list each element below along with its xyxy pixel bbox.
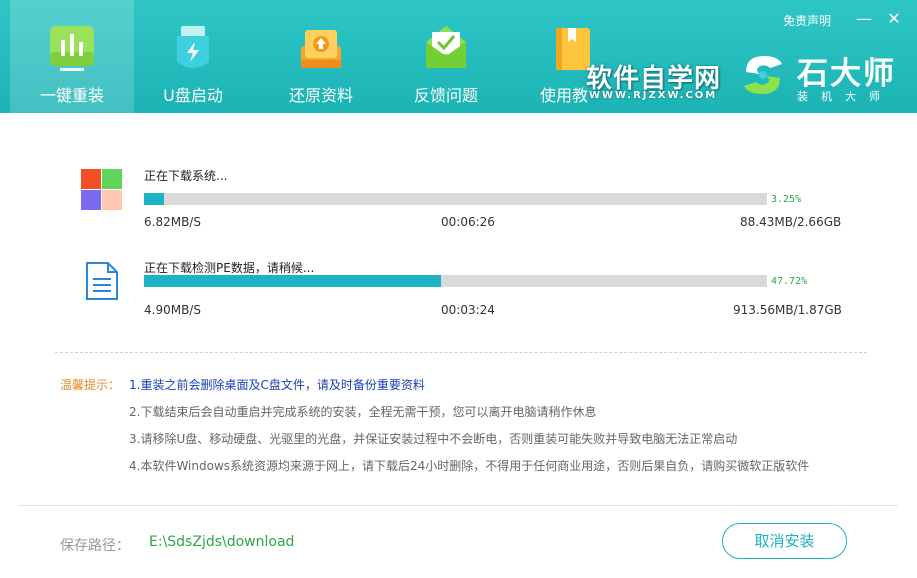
tab-restore-data[interactable]: 还原资料 — [259, 0, 383, 113]
bar-chart-icon — [46, 22, 98, 74]
header-bar: 一键重装 U盘启动 还原资料 反馈问题 使用教 免责声明 — ✕ 软件自学网 W… — [0, 0, 917, 113]
download-speed: 4.90MB/S — [144, 303, 201, 317]
minimize-button[interactable]: — — [853, 8, 875, 30]
tab-one-click-reinstall[interactable]: 一键重装 — [10, 0, 134, 113]
document-icon — [84, 261, 120, 301]
download-title: 正在下载系统... — [144, 169, 228, 183]
tab-feedback[interactable]: 反馈问题 — [384, 0, 508, 113]
download-speed: 6.82MB/S — [144, 215, 201, 229]
brand-name: 石大师 — [797, 56, 896, 92]
brand-logo-icon — [738, 50, 788, 100]
section-divider — [55, 352, 867, 353]
save-path-value[interactable]: E:\SdsZjds\download — [149, 534, 294, 550]
cancel-install-button[interactable]: 取消安装 — [722, 523, 847, 559]
tab-label: 反馈问题 — [413, 86, 478, 105]
disclaimer-link[interactable]: 免责声明 — [783, 12, 831, 29]
mail-envelope-icon — [420, 22, 472, 74]
brand-subtitle: 装机大师 — [797, 90, 893, 103]
usb-drive-icon — [167, 22, 219, 74]
progress-bar — [144, 193, 767, 205]
tab-label: 还原资料 — [288, 86, 353, 105]
progress-fill — [144, 275, 442, 287]
download-title: 正在下载检测PE数据，请稍候... — [144, 261, 315, 275]
download-time: 00:06:26 — [441, 215, 495, 229]
close-button[interactable]: ✕ — [883, 8, 905, 30]
progress-fill — [144, 193, 165, 205]
download-size: 913.56MB/1.87GB — [733, 303, 842, 317]
tab-usb-boot[interactable]: U盘启动 — [131, 0, 255, 113]
progress-percent: 47.72% — [771, 276, 808, 287]
footer-divider — [18, 505, 898, 506]
download-size: 88.43MB/2.66GB — [740, 215, 842, 229]
tip-item: 1.重装之前会删除桌面及C盘文件，请及时备份重要资料 — [129, 378, 425, 392]
save-path-label: 保存路径： — [60, 538, 130, 554]
tab-label: 一键重装 — [39, 86, 104, 105]
restore-upload-icon — [295, 22, 347, 74]
progress-percent: 3.25% — [771, 194, 802, 205]
progress-bar — [144, 275, 767, 287]
tips-label: 温馨提示： — [60, 378, 121, 392]
tip-item: 4.本软件Windows系统资源均来源于网上，请下载后24小时删除，不得用于任何… — [129, 459, 810, 473]
watermark-url: WWW.RJZXW.COM — [589, 90, 718, 101]
tip-item: 2.下载结束后会自动重启并完成系统的安装，全程无需干预，您可以离开电脑请稍作休息 — [129, 405, 597, 419]
windows-logo-icon — [81, 169, 123, 211]
tab-label: U盘启动 — [163, 86, 223, 105]
download-time: 00:03:24 — [441, 303, 495, 317]
tip-item: 3.请移除U盘、移动硬盘、光驱里的光盘，并保证安装过程中不会断电，否则重装可能失… — [129, 432, 738, 446]
